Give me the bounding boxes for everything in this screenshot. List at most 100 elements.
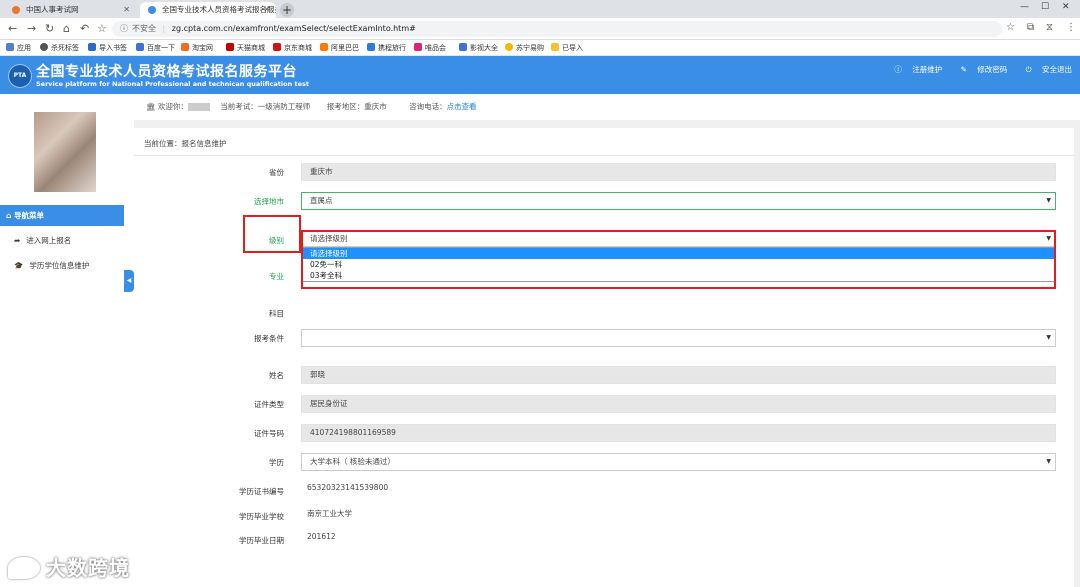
grad-date-label: 学历毕业日期 (239, 536, 284, 545)
school-label: 学历毕业学校 (239, 512, 284, 521)
user-info-bar: 🏛 欢迎你： 当前考试：一级消防工程师 报考地区：重庆市 咨询电话：点击查看 (134, 94, 1080, 120)
not-secure-label: 不安全 (132, 24, 156, 33)
home-icon[interactable]: ⌂ (63, 22, 70, 36)
bookmark-item[interactable]: 苏宁易购 (505, 42, 544, 54)
condition-select[interactable]: ▼ (301, 329, 1056, 347)
tab-title: 全国专业技术人员资格考试报名服务平台 (162, 5, 276, 14)
bookmark-item[interactable]: 携程旅行 (367, 42, 406, 54)
address-bar-row: ← → ↻ ⌂ ↶ ☆ ⓘ 不安全 | zg.cpta.com.cn/examfr… (0, 18, 1080, 40)
grad-date-value: 201612 (307, 532, 336, 541)
bank-icon: 🏛 (146, 102, 156, 111)
browser-tab-cpta-home[interactable]: 中国人事考试网 ✕ (4, 2, 136, 18)
forward-arrow-icon[interactable]: → (27, 22, 36, 36)
bookmarks-bar: 应用 杀死标签 导入书签 百度一下 淘宝网 天猫商城 京东商城 阿里巴巴 携程旅… (0, 40, 1080, 56)
minimize-icon[interactable]: — (1020, 2, 1029, 12)
current-exam: 当前考试：一级消防工程师 (220, 102, 311, 111)
close-window-icon[interactable]: ✕ (1062, 2, 1070, 12)
sidebar: ⌂ 导航菜单 ➦ 进入网上报名 🎓 学历学位信息维护 (0, 94, 124, 587)
power-icon: ⏻ (1025, 65, 1032, 74)
education-select[interactable]: 大学本科（ 核验未通过） ▼ (301, 453, 1056, 471)
sidebar-collapse-button[interactable]: ◀ (124, 270, 134, 292)
maximize-icon[interactable]: ☐ (1041, 2, 1049, 12)
bookmark-item[interactable]: 唯品会 (414, 42, 446, 54)
bookmark-item[interactable]: 影视大全 (459, 42, 498, 54)
edu-cert-label: 学历证书编号 (239, 487, 284, 496)
province-field: 重庆市 (301, 163, 1056, 181)
nav-menu-header: ⌂ 导航菜单 (0, 205, 124, 226)
jd-icon (273, 43, 281, 51)
avatar (34, 112, 96, 192)
form-panel: 当前位置：报名信息维护 省份 重庆市 选择地市 直属点 ▼ 级别 请选择级别 ▼ 请… (134, 128, 1074, 587)
name-label: 姓名 (269, 371, 284, 380)
phone-view-link[interactable]: 点击查看 (447, 102, 477, 111)
video-icon (459, 43, 467, 51)
major-label: 专业 (269, 272, 284, 281)
browser-tab-exam-platform[interactable]: 全国专业技术人员资格考试报名服务平台 ✕ (140, 2, 276, 18)
exam-region: 报考地区：重庆市 (326, 102, 387, 111)
id-type-field: 居民身份证 (301, 395, 1056, 413)
register-maintain-link[interactable]: ⓘ 注册维护 (886, 65, 942, 74)
bookmark-item[interactable]: 杀死标签 (40, 42, 79, 54)
watermark: 大数跨境 (8, 552, 130, 581)
education-label: 学历 (269, 458, 284, 467)
close-tab-icon[interactable]: ✕ (263, 2, 270, 18)
menu-icon[interactable]: ⋮ (1066, 22, 1076, 33)
chevron-down-icon: ▼ (1046, 458, 1051, 465)
bookmark-item[interactable]: 淘宝网 (181, 42, 213, 54)
bookmark-item[interactable]: 导入书签 (88, 42, 127, 54)
id-type-label: 证件类型 (254, 400, 284, 409)
chevron-down-icon: ▼ (1046, 334, 1051, 341)
edit-icon: ✎ (960, 65, 967, 74)
alibaba-icon (320, 43, 328, 51)
favicon-icon (148, 6, 156, 14)
change-password-link[interactable]: ✎ 修改密码 (953, 65, 1008, 74)
condition-label: 报考条件 (254, 334, 284, 343)
province-label: 省份 (269, 168, 284, 177)
translate-icon[interactable]: ⧉ (1027, 22, 1034, 33)
suning-icon (505, 43, 513, 51)
main-content: 🏛 欢迎你： 当前考试：一级消防工程师 报考地区：重庆市 咨询电话：点击查看 当… (134, 94, 1080, 587)
watermark-logo-icon (8, 557, 40, 579)
bookmark-folder[interactable]: 已导入 (551, 42, 583, 54)
url-input[interactable]: ⓘ 不安全 | zg.cpta.com.cn/examfront/examSele… (112, 21, 1002, 37)
edu-cert-value: 65320323141539800 (307, 483, 389, 492)
bookmark-item[interactable]: 天猫商城 (226, 42, 265, 54)
extension-icon[interactable]: ⧖ (1046, 22, 1053, 33)
apps-grid-icon (6, 43, 14, 51)
school-value: 南京工业大学 (307, 509, 352, 518)
bookmark-item[interactable]: 京东商城 (273, 42, 312, 54)
subject-label: 科目 (269, 309, 284, 318)
sidebar-item-degree-info[interactable]: 🎓 学历学位信息维护 (14, 260, 89, 271)
bookmark-apps[interactable]: 应用 (6, 42, 31, 54)
city-label: 选择地市 (254, 197, 284, 206)
close-tab-icon[interactable]: ✕ (123, 2, 130, 18)
folder-icon (551, 43, 559, 51)
new-tab-button[interactable]: + (280, 3, 294, 17)
star-icon[interactable]: ☆ (97, 22, 107, 36)
gear-icon (88, 43, 96, 51)
baidu-icon (136, 43, 144, 51)
back-arrow-icon[interactable]: ← (8, 22, 17, 36)
bookmark-item[interactable]: 百度一下 (136, 42, 175, 54)
taobao-icon (181, 43, 189, 51)
bookmark-item[interactable]: 阿里巴巴 (320, 42, 359, 54)
info-icon: ⓘ (894, 65, 902, 74)
tab-title: 中国人事考试网 (26, 5, 79, 14)
site-title: 全国专业技术人员资格考试报名服务平台 (36, 64, 297, 80)
reload-icon[interactable]: ↻ (45, 22, 54, 36)
chevron-down-icon: ▼ (1046, 197, 1051, 204)
undo-icon[interactable]: ↶ (80, 22, 89, 36)
home-icon: ⌂ (6, 211, 12, 220)
share-arrow-icon: ➦ (14, 236, 21, 245)
sidebar-item-online-signup[interactable]: ➦ 进入网上报名 (14, 235, 71, 246)
favicon-icon (12, 6, 20, 14)
bookmark-star-icon[interactable]: ☆ (1006, 22, 1015, 33)
graduation-cap-icon: 🎓 (14, 261, 24, 270)
tab-strip: 中国人事考试网 ✕ 全国专业技术人员资格考试报名服务平台 ✕ + — ☐ ✕ (0, 0, 1080, 18)
bookmark-icon (40, 43, 48, 51)
header-links: ⓘ 注册维护 ✎ 修改密码 ⏻ 安全退出 (878, 64, 1072, 75)
info-icon[interactable]: ⓘ (120, 24, 128, 33)
city-select[interactable]: 直属点 ▼ (301, 192, 1056, 210)
highlight-box-level-dropdown (301, 230, 1056, 289)
logout-link[interactable]: ⏻ 安全退出 (1018, 65, 1072, 74)
